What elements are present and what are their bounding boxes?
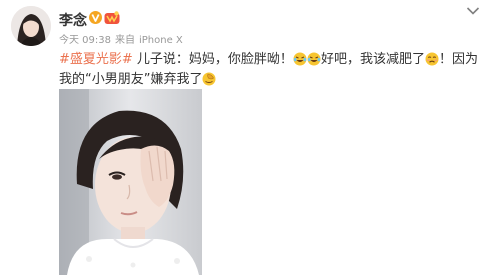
username[interactable]: 李念 bbox=[59, 10, 87, 30]
post-photo[interactable] bbox=[59, 89, 202, 275]
post-content: #盛夏光影# 儿子说：妈妈，你脸胖呦！ 好吧，我该减肥了 ！因为我的“小男朋友”… bbox=[59, 50, 479, 90]
laugh-cry-emoji-icon bbox=[307, 52, 321, 66]
selfie-photo-image bbox=[59, 89, 202, 275]
post-text-part1: 儿子说：妈妈，你脸胖呦！ bbox=[132, 52, 293, 67]
avatar[interactable] bbox=[11, 6, 51, 46]
avatar-image bbox=[11, 6, 51, 46]
post-text-part2: 好吧，我该减肥了 bbox=[320, 52, 425, 67]
verified-v-badge-icon bbox=[89, 11, 102, 24]
topic-link[interactable]: #盛夏光影# bbox=[59, 52, 133, 67]
laugh-cry-emoji-icon bbox=[293, 52, 307, 66]
post-source[interactable]: iPhone X bbox=[139, 35, 183, 46]
source-prefix: 来自 bbox=[115, 35, 135, 46]
post-time[interactable]: 今天 09:38 bbox=[59, 35, 111, 46]
chevron-down-icon[interactable] bbox=[466, 6, 480, 16]
weibo-post-card: 李念 今天 09:38 来自 iPhone X #盛夏光影# 儿子说：妈妈，你脸胖呦… bbox=[0, 0, 500, 280]
member-level-badge-icon[interactable] bbox=[104, 11, 120, 25]
facepalm-emoji-icon bbox=[202, 72, 216, 86]
post-meta: 今天 09:38 来自 iPhone X bbox=[59, 31, 183, 46]
sad-face-emoji-icon bbox=[425, 52, 439, 66]
